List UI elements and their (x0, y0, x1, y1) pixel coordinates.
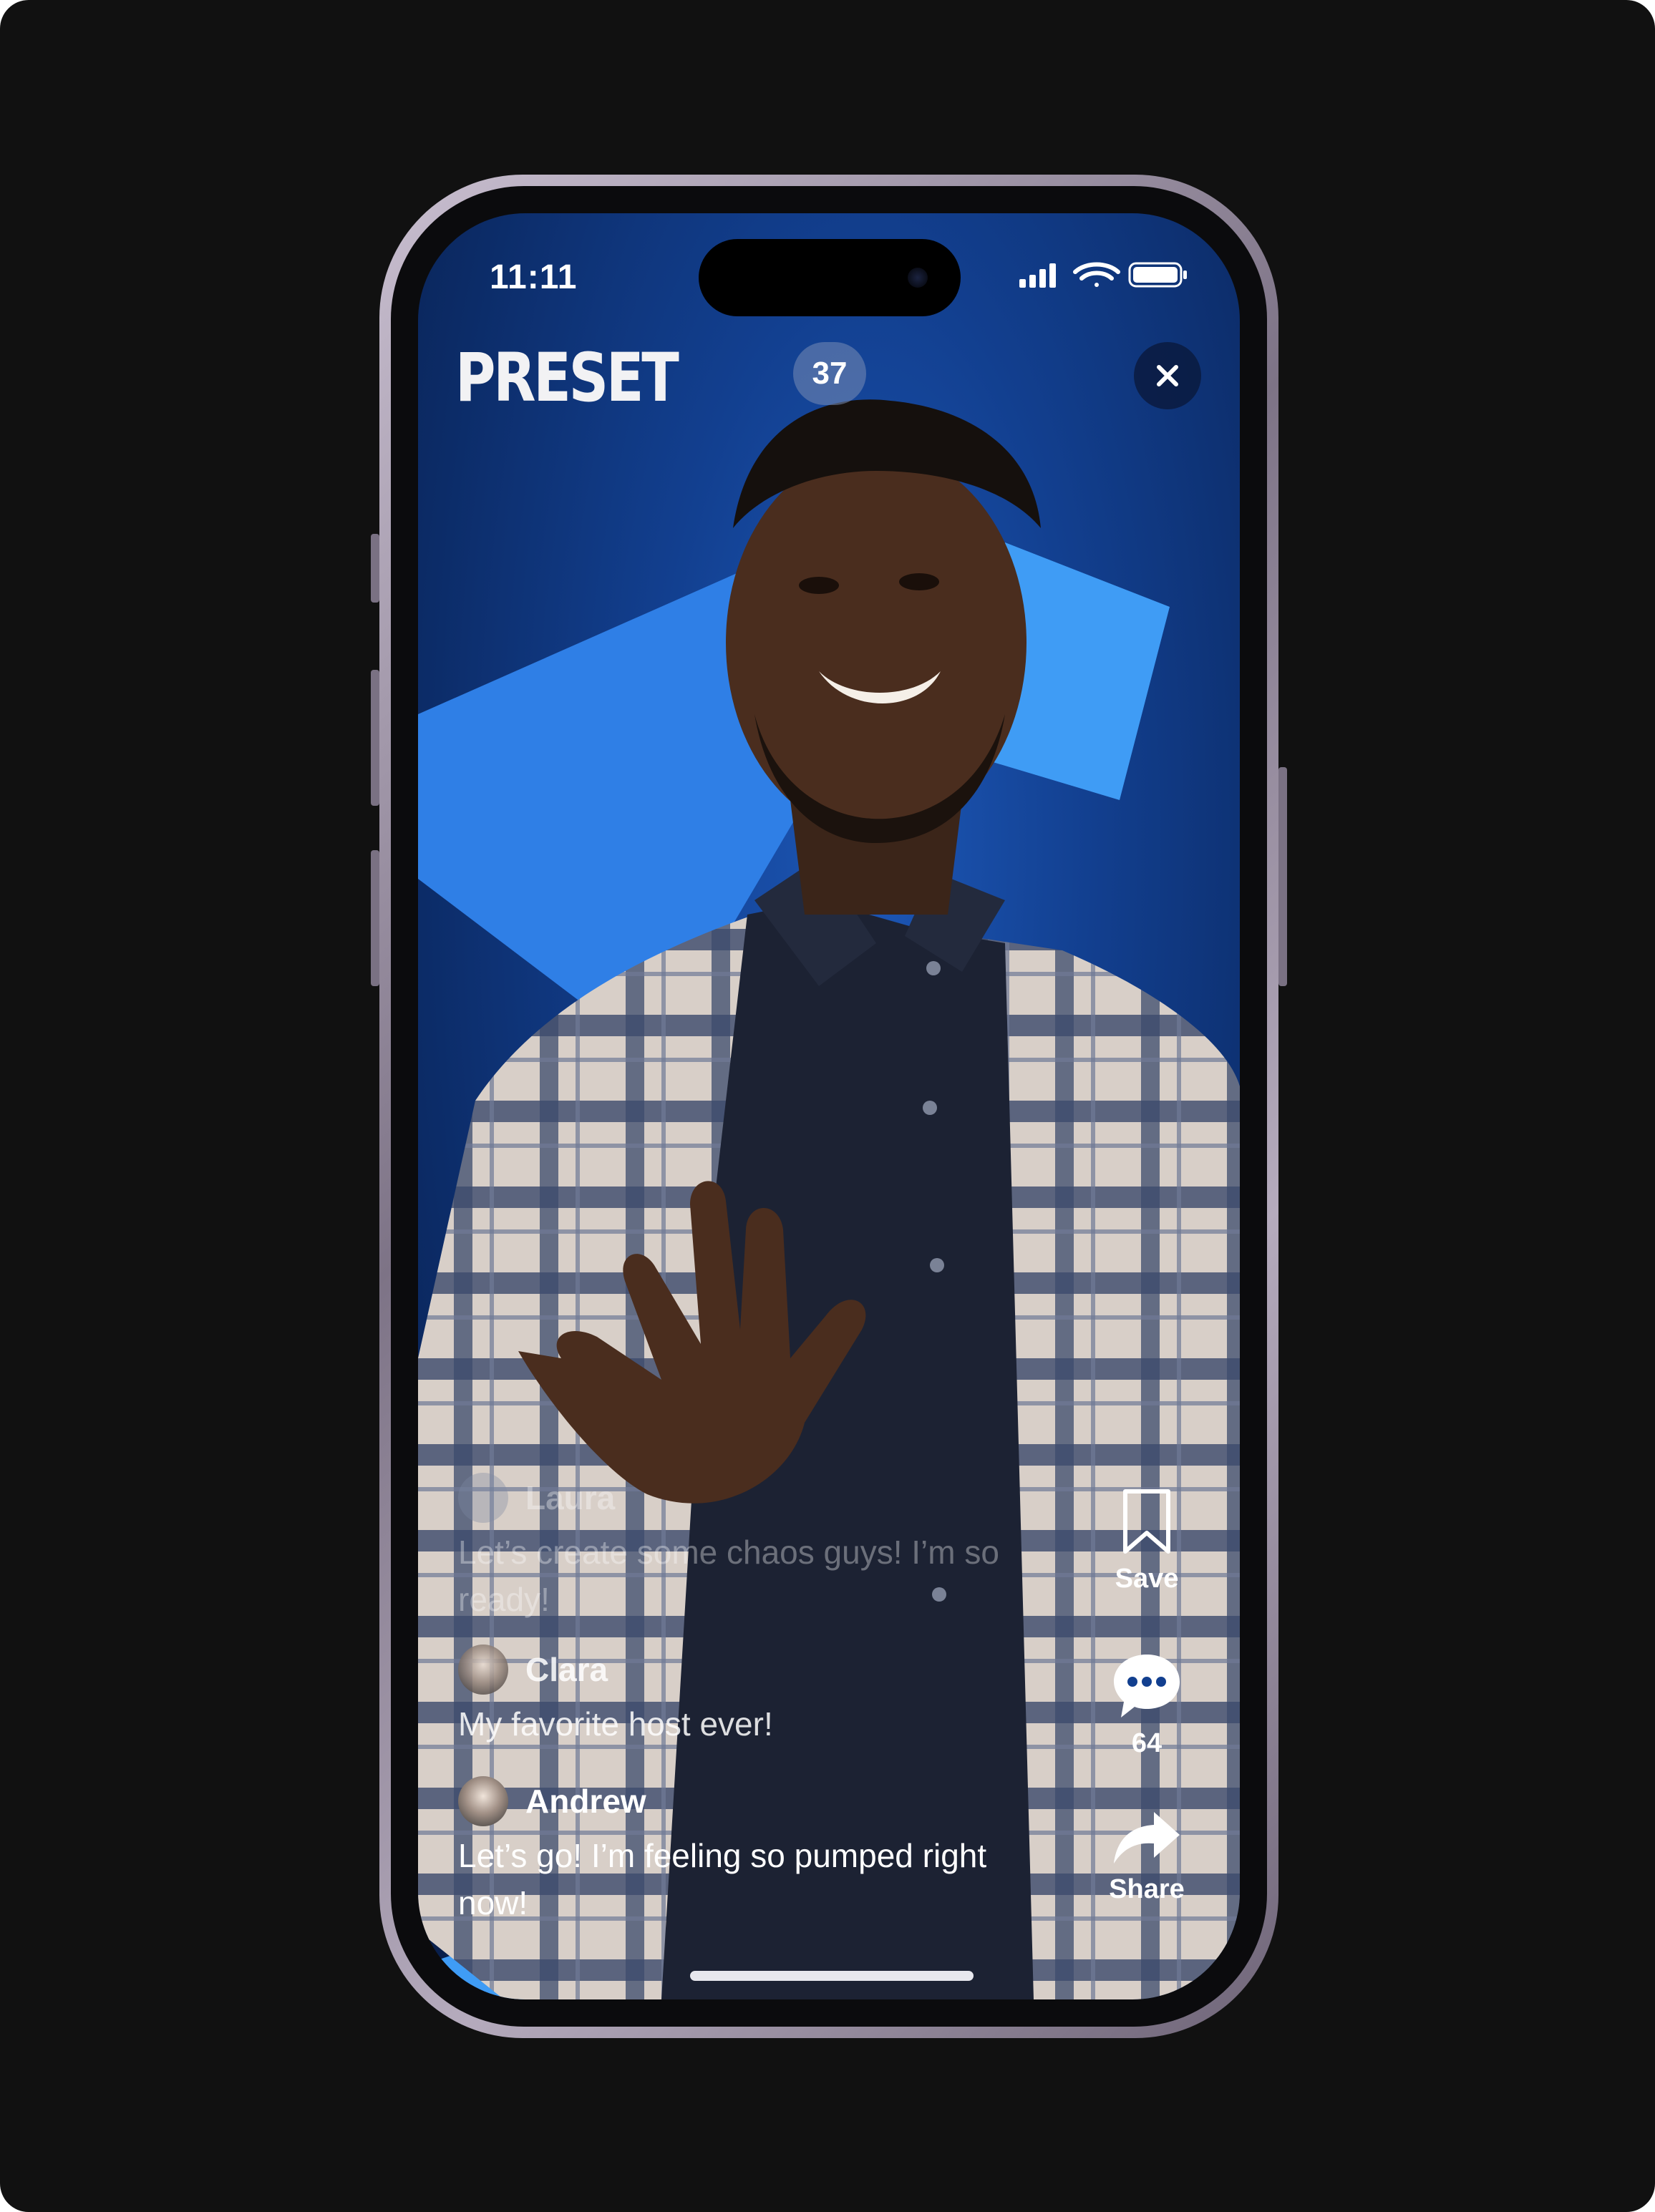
power-button (1278, 767, 1287, 986)
cellular-signal-icon (1019, 263, 1056, 288)
app-logo: PRESET (455, 339, 679, 417)
save-label: Save (1115, 1564, 1179, 1594)
home-indicator[interactable] (690, 1971, 974, 1981)
comments-button[interactable]: 64 (1097, 1652, 1197, 1759)
wifi-icon (1073, 262, 1120, 287)
chat-text: Let’s go! I’m feeling so pumped right no… (458, 1837, 987, 1921)
share-button[interactable]: Share (1097, 1809, 1197, 1905)
volume-up-button (371, 670, 379, 806)
bookmark-icon (1123, 1489, 1170, 1554)
status-icons (1019, 262, 1187, 288)
chat-message: Andrew Let’s go! I’m feeling so pumped r… (458, 1776, 1088, 1926)
dynamic-island (699, 239, 961, 316)
close-button[interactable] (1134, 342, 1201, 409)
chat-text: My favorite host ever! (458, 1705, 773, 1743)
chat-text: Let’s create some chaos guys! I’m so rea… (458, 1534, 999, 1618)
chat-message: Laura Let’s create some chaos guys! I’m … (458, 1473, 1088, 1623)
share-label: Share (1109, 1874, 1185, 1904)
volume-down-button (371, 850, 379, 986)
save-button[interactable]: Save (1097, 1487, 1197, 1594)
chat-username: Laura (525, 1479, 616, 1516)
phone-screen[interactable]: 11:11 PRESET 37 Laura Let’s create some … (418, 213, 1240, 1999)
avatar (458, 1776, 508, 1826)
front-camera (908, 268, 928, 288)
close-icon (1157, 365, 1178, 386)
chat-username: Clara (525, 1651, 608, 1688)
action-button (371, 534, 379, 603)
share-arrow-icon (1114, 1812, 1180, 1863)
chat-message: Clara My favorite host ever! (458, 1645, 1088, 1748)
comments-count: 64 (1131, 1728, 1163, 1758)
chat-username: Andrew (525, 1783, 646, 1820)
viewer-count-badge: 37 (793, 342, 866, 405)
avatar (458, 1473, 508, 1523)
battery-icon (1128, 262, 1187, 288)
status-time: 11:11 (490, 258, 578, 296)
chat-bubble-icon (1114, 1655, 1180, 1718)
avatar (458, 1645, 508, 1695)
